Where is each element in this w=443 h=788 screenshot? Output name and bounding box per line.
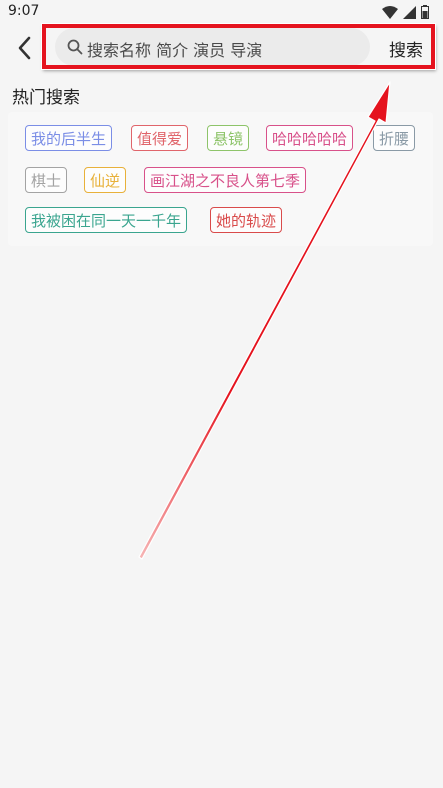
back-button[interactable] <box>12 34 38 62</box>
hot-tag[interactable]: 我的后半生 <box>25 125 113 151</box>
status-icons <box>382 5 429 19</box>
hot-tag[interactable]: 悬镜 <box>207 125 250 151</box>
hot-tag[interactable]: 她的轨迹 <box>210 207 283 233</box>
hot-search-title: 热门搜索 <box>12 88 80 108</box>
hot-tag[interactable]: 折腰 <box>373 125 416 151</box>
hot-tag[interactable]: 我被困在同一天一千年 <box>25 207 188 233</box>
hot-tag[interactable]: 仙逆 <box>84 167 127 193</box>
signal-icon <box>403 5 416 19</box>
status-time: 9:07 <box>8 3 40 19</box>
hot-tag[interactable]: 哈哈哈哈哈 <box>266 125 354 151</box>
hot-tag[interactable]: 值得爱 <box>131 125 189 151</box>
wifi-icon <box>382 5 398 19</box>
highlight-annotation-box <box>42 24 435 69</box>
status-bar: 9:07 <box>0 0 443 24</box>
hot-tag[interactable]: 画江湖之不良人第七季 <box>144 167 307 193</box>
hot-tag[interactable]: 棋士 <box>25 167 68 193</box>
chevron-left-icon <box>18 36 31 60</box>
hot-search-tags: 我的后半生 值得爱 悬镜 哈哈哈哈哈 折腰 棋士 仙逆 画江湖之不良人第七季 我… <box>8 112 433 246</box>
battery-icon <box>421 5 429 19</box>
